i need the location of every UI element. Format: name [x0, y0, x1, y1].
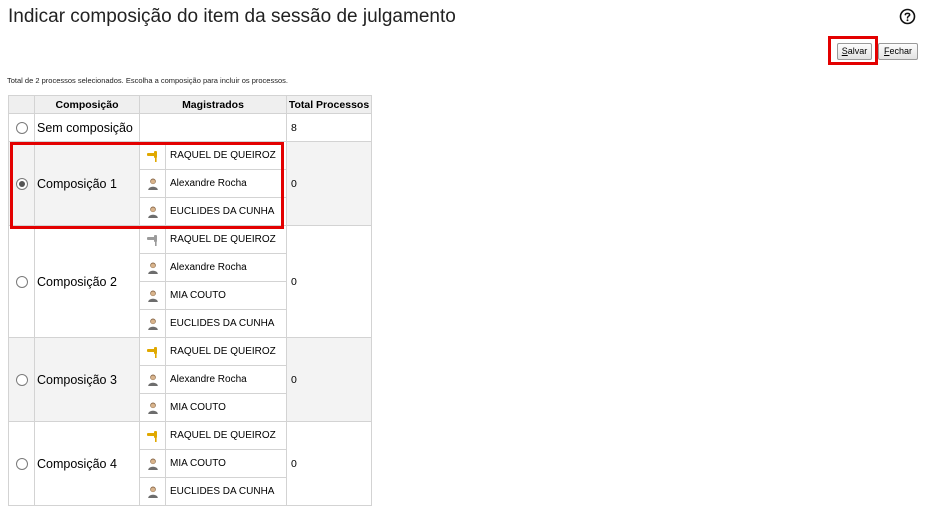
- gavel-icon-gray: [139, 225, 166, 254]
- magistrate-name: EUCLIDES DA CUNHA: [165, 309, 287, 338]
- magistrate-name: Alexandre Rocha: [165, 169, 287, 198]
- magistrate-name: MIA COUTO: [165, 281, 287, 310]
- close-button[interactable]: Fechar: [878, 43, 918, 60]
- total-processos: 8: [286, 113, 372, 142]
- person-icon: [139, 253, 166, 282]
- magistrate-name: RAQUEL DE QUEIROZ: [165, 421, 287, 450]
- magistrate-name: EUCLIDES DA CUNHA: [165, 197, 287, 226]
- composition-radio-cell[interactable]: [8, 421, 35, 506]
- magistrate-name: MIA COUTO: [165, 393, 287, 422]
- person-icon: [139, 169, 166, 198]
- composition-radio-cell[interactable]: [8, 113, 35, 142]
- save-button-label: alvar: [847, 46, 868, 56]
- composition-name: Composição 4: [34, 421, 140, 506]
- magistrate-name: MIA COUTO: [165, 449, 287, 478]
- gavel-icon-gold: [139, 421, 166, 450]
- magistrate-name: RAQUEL DE QUEIROZ: [165, 225, 287, 254]
- person-icon: [139, 309, 166, 338]
- person-icon: [139, 197, 166, 226]
- selection-info: Total de 2 processos selecionados. Escol…: [7, 76, 288, 85]
- person-icon: [139, 281, 166, 310]
- composicao-row-3-member-0: Composição 3 RAQUEL DE QUEIROZ 0: [8, 337, 372, 422]
- gavel-icon-gold: [139, 141, 166, 170]
- composition-name: Sem composição: [34, 113, 140, 142]
- person-icon: [139, 477, 166, 506]
- magistrate-name: RAQUEL DE QUEIROZ: [165, 141, 287, 170]
- total-processos: 0: [286, 225, 372, 338]
- person-icon: [139, 393, 166, 422]
- composicao-row-0: Sem composição 8: [8, 113, 372, 142]
- composition-radio-cell[interactable]: [8, 225, 35, 338]
- composition-radio[interactable]: [15, 121, 28, 134]
- magistrate-name: Alexandre Rocha: [165, 253, 287, 282]
- header-total-processos: Total Processos: [286, 95, 372, 114]
- magistrates-empty: [139, 113, 287, 142]
- composition-name: Composição 2: [34, 225, 140, 338]
- header-select: [8, 95, 35, 114]
- header-magistrados: Magistrados: [139, 95, 287, 114]
- composition-table: Composição Magistrados Total Processos S…: [8, 95, 372, 506]
- person-icon: [139, 449, 166, 478]
- page-title: Indicar composição do item da sessão de …: [8, 6, 456, 27]
- help-icon[interactable]: [899, 8, 916, 25]
- composicao-row-1-member-0: Composição 1 RAQUEL DE QUEIROZ 0: [8, 141, 372, 226]
- composition-name: Composição 3: [34, 337, 140, 422]
- composition-radio[interactable]: [15, 275, 28, 288]
- gavel-icon-gold: [139, 337, 166, 366]
- total-processos: 0: [286, 421, 372, 506]
- composition-radio[interactable]: [15, 177, 28, 190]
- person-icon: [139, 365, 166, 394]
- total-processos: 0: [286, 337, 372, 422]
- total-processos: 0: [286, 141, 372, 226]
- composition-radio[interactable]: [15, 373, 28, 386]
- magistrate-name: Alexandre Rocha: [165, 365, 287, 394]
- save-button[interactable]: Salvar: [837, 43, 872, 60]
- composition-radio[interactable]: [15, 457, 28, 470]
- magistrate-name: EUCLIDES DA CUNHA: [165, 477, 287, 506]
- header-composicao: Composição: [34, 95, 140, 114]
- composicao-row-2-member-0: Composição 2 RAQUEL DE QUEIROZ 0: [8, 225, 372, 338]
- table-header-row: Composição Magistrados Total Processos: [8, 95, 372, 114]
- close-button-label: echar: [889, 46, 912, 56]
- magistrate-name: RAQUEL DE QUEIROZ: [165, 337, 287, 366]
- composition-name: Composição 1: [34, 141, 140, 226]
- composicao-row-4-member-0: Composição 4 RAQUEL DE QUEIROZ 0: [8, 421, 372, 506]
- composition-radio-cell[interactable]: [8, 141, 35, 226]
- composition-radio-cell[interactable]: [8, 337, 35, 422]
